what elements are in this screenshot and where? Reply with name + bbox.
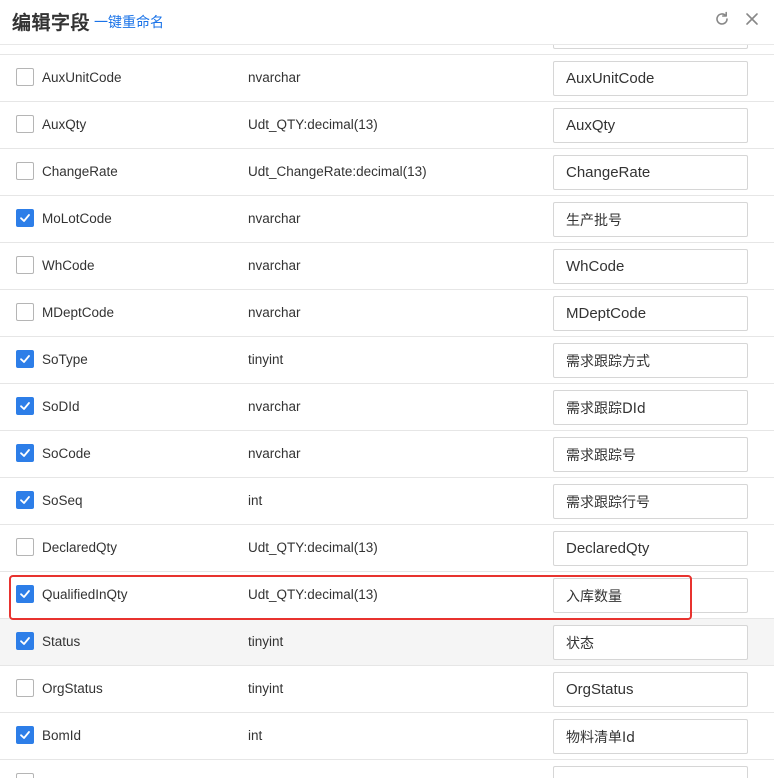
field-row: MoLotCode nvarchar: [0, 196, 774, 243]
field-name: AuxQty: [42, 117, 87, 132]
close-icon[interactable]: [742, 9, 762, 29]
field-checkbox[interactable]: [16, 585, 34, 603]
field-row: SoType tinyint: [0, 337, 774, 384]
field-name: AuxUnitCode: [42, 70, 122, 85]
field-type: Udt_QTY:decimal(13): [248, 117, 378, 132]
field-checkbox[interactable]: [16, 397, 34, 415]
field-row: SoDId nvarchar: [0, 384, 774, 431]
field-row: DeclaredQty Udt_QTY:decimal(13): [0, 525, 774, 572]
field-alias-input[interactable]: [553, 45, 748, 49]
field-type: tinyint: [248, 681, 284, 696]
field-row: Status tinyint: [0, 619, 774, 666]
field-alias-input[interactable]: [553, 484, 748, 519]
field-type: nvarchar: [248, 70, 301, 85]
field-name: SoDId: [42, 399, 80, 414]
field-alias-input[interactable]: [553, 766, 748, 778]
field-name: MDeptCode: [42, 305, 115, 320]
field-name: Status: [42, 634, 81, 649]
field-type: Udt_ChangeRate:decimal(13): [248, 164, 427, 179]
field-row: SoCode nvarchar: [0, 431, 774, 478]
field-alias-input[interactable]: [553, 390, 748, 425]
field-type: nvarchar: [248, 446, 301, 461]
field-row: [0, 45, 774, 55]
field-type: nvarchar: [248, 258, 301, 273]
field-row: AuxQty Udt_QTY:decimal(13): [0, 102, 774, 149]
field-alias-input[interactable]: [553, 108, 748, 143]
field-alias-input[interactable]: [553, 672, 748, 707]
field-checkbox[interactable]: [16, 256, 34, 274]
field-alias-input[interactable]: [553, 61, 748, 96]
field-type: nvarchar: [248, 211, 301, 226]
field-alias-input[interactable]: [553, 719, 748, 754]
field-name: BomId: [42, 728, 82, 743]
field-type: tinyint: [248, 352, 284, 367]
field-checkbox[interactable]: [16, 679, 34, 697]
field-type: tinyint: [248, 634, 284, 649]
field-type: nvarchar: [248, 305, 301, 320]
field-type: Udt_QTY:decimal(13): [248, 540, 378, 555]
field-alias-input[interactable]: [553, 249, 748, 284]
field-alias-input[interactable]: [553, 343, 748, 378]
field-name: SoCode: [42, 446, 91, 461]
field-checkbox[interactable]: [16, 209, 34, 227]
field-alias-input[interactable]: [553, 625, 748, 660]
field-row: ChangeRate Udt_ChangeRate:decimal(13): [0, 149, 774, 196]
field-name: DeclaredQty: [42, 540, 118, 555]
field-row: [0, 760, 774, 778]
field-alias-input[interactable]: [553, 531, 748, 566]
field-alias-input[interactable]: [553, 437, 748, 472]
refresh-icon[interactable]: [712, 9, 732, 29]
field-checkbox[interactable]: [16, 303, 34, 321]
field-row: WhCode nvarchar: [0, 243, 774, 290]
field-name: WhCode: [42, 258, 95, 273]
field-type: int: [248, 728, 263, 743]
dialog-header: 编辑字段 一键重命名: [0, 0, 774, 45]
field-type: nvarchar: [248, 399, 301, 414]
field-name: OrgStatus: [42, 681, 103, 696]
field-checkbox[interactable]: [16, 632, 34, 650]
field-name: QualifiedInQty: [42, 587, 128, 602]
field-alias-input[interactable]: [553, 296, 748, 331]
field-checkbox[interactable]: [16, 491, 34, 509]
field-checkbox[interactable]: [16, 68, 34, 86]
field-checkbox[interactable]: [16, 115, 34, 133]
field-row: BomId int: [0, 713, 774, 760]
field-name: SoType: [42, 352, 88, 367]
field-list: AuxUnitCode nvarchar AuxQty Udt_QTY:decimal…: [0, 45, 774, 778]
field-name: SoSeq: [42, 493, 83, 508]
field-checkbox[interactable]: [16, 444, 34, 462]
field-alias-input[interactable]: [553, 578, 748, 613]
field-row: OrgStatus tinyint: [0, 666, 774, 713]
field-name: ChangeRate: [42, 164, 118, 179]
field-checkbox[interactable]: [16, 773, 34, 778]
field-type: int: [248, 493, 263, 508]
field-row: QualifiedInQty Udt_QTY:decimal(13): [0, 572, 774, 619]
field-alias-input[interactable]: [553, 155, 748, 190]
field-type: Udt_QTY:decimal(13): [248, 587, 378, 602]
field-checkbox[interactable]: [16, 538, 34, 556]
field-row: SoSeq int: [0, 478, 774, 525]
rename-all-link[interactable]: 一键重命名: [94, 12, 164, 32]
field-alias-input[interactable]: [553, 202, 748, 237]
field-row: MDeptCode nvarchar: [0, 290, 774, 337]
field-checkbox[interactable]: [16, 162, 34, 180]
dialog-title: 编辑字段: [12, 12, 91, 34]
field-checkbox[interactable]: [16, 350, 34, 368]
field-checkbox[interactable]: [16, 726, 34, 744]
field-name: MoLotCode: [42, 211, 112, 226]
field-row: AuxUnitCode nvarchar: [0, 55, 774, 102]
